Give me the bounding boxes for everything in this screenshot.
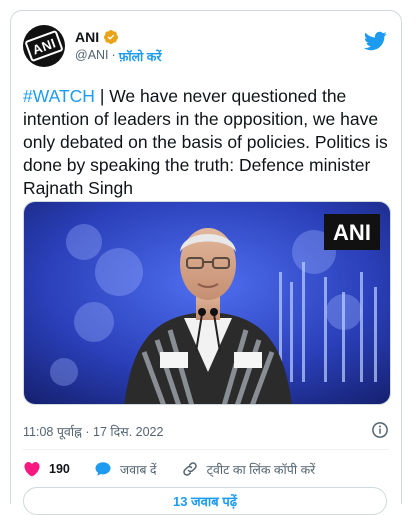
action-bar: 190 जवाब दें ट्वीट का लिंक कॉपी करें <box>23 459 339 479</box>
verified-badge-icon <box>104 30 119 44</box>
like-count: 190 <box>49 462 70 476</box>
separator: · <box>111 48 116 62</box>
account-name[interactable]: ANI <box>75 29 99 45</box>
read-replies-button[interactable]: 13 जवाब पढ़ें <box>23 487 387 515</box>
tweet-header: ANI ANI @ANI · फ़ॉलो करें <box>23 23 389 69</box>
hashtag-link[interactable]: #WATCH <box>23 86 95 106</box>
account-handle[interactable]: @ANI <box>75 48 109 65</box>
copy-link-button[interactable]: ट्वीट का लिंक कॉपी करें <box>181 460 316 478</box>
info-icon[interactable] <box>371 421 389 439</box>
copy-link-label: ट्वीट का लिंक कॉपी करें <box>206 462 316 477</box>
name-row: ANI <box>75 29 119 45</box>
ani-watermark: ANI <box>333 220 371 245</box>
follow-button[interactable]: फ़ॉलो करें <box>119 48 162 65</box>
avatar[interactable]: ANI <box>23 25 65 67</box>
divider <box>23 449 389 450</box>
tweet-timestamp[interactable]: 11:08 पूर्वाह्न · 17 दिस. 2022 <box>23 423 163 440</box>
tweet-text: #WATCH | We have never questioned the in… <box>23 85 393 200</box>
reply-bubble-icon <box>95 462 111 476</box>
video-thumbnail[interactable]: ANI <box>24 202 391 405</box>
handle-row: @ANI · फ़ॉलो करें <box>75 48 161 65</box>
avatar-logo: ANI <box>24 29 64 63</box>
like-button[interactable]: 190 <box>23 460 70 478</box>
tweet-media[interactable]: ANI <box>23 201 391 405</box>
reply-button[interactable]: जवाब दें <box>94 460 157 478</box>
heart-icon <box>24 462 40 477</box>
reply-label: जवाब दें <box>119 462 157 477</box>
link-icon <box>182 462 197 476</box>
twitter-bird-icon[interactable] <box>363 29 387 53</box>
tweet-card: ANI ANI @ANI · फ़ॉलो करें #WATCH | We ha… <box>10 10 402 515</box>
